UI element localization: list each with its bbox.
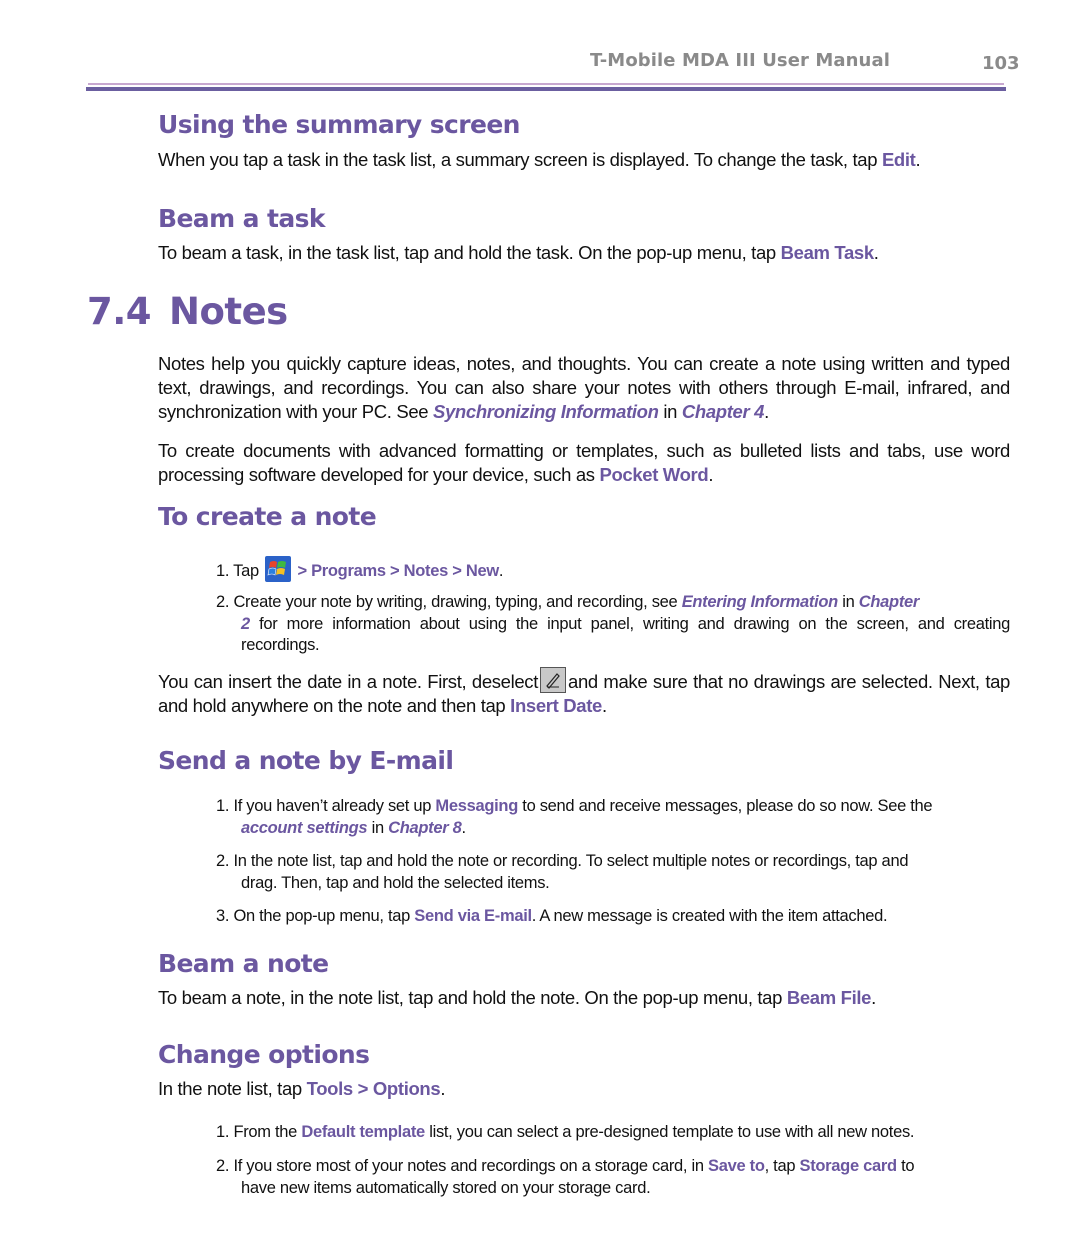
summary-text: When you tap a task in the task list, a …: [158, 149, 882, 170]
period: .: [871, 987, 876, 1008]
email-step-3: 3. On the pop-up menu, tap Send via E-ma…: [216, 906, 1010, 928]
summary-paragraph: When you tap a task in the task list, a …: [158, 148, 1010, 172]
chapter-2-number-link[interactable]: 2: [241, 615, 250, 633]
save-to-link[interactable]: Save to: [708, 1157, 765, 1175]
header-rule-thin: [88, 83, 1004, 85]
email-step-1: 1. If you haven’t already set up Messagi…: [216, 796, 1010, 839]
change-options-intro: In the note list, tap Tools > Options.: [158, 1077, 1010, 1101]
chapter-2-link[interactable]: Chapter: [859, 593, 920, 611]
period: .: [498, 562, 504, 580]
notes-intro-paragraph-2: To create documents with advanced format…: [158, 439, 1010, 487]
step-mid: to send and receive messages, please do …: [518, 797, 933, 815]
step-text: 2. Create your note by writing, drawing,…: [216, 593, 682, 611]
step-rest: . A new message is created with the item…: [531, 907, 888, 925]
step-text: 2. In the note list, tap and hold the no…: [216, 852, 909, 870]
default-template-link[interactable]: Default template: [301, 1123, 425, 1141]
options-menu-link[interactable]: Options: [373, 1078, 441, 1099]
step-continuation: have new items automatically stored on y…: [241, 1178, 651, 1197]
step-text: 2. If you store most of your notes and r…: [216, 1157, 709, 1175]
insert-date-link[interactable]: Insert Date: [510, 695, 602, 716]
options-step-2: 2. If you store most of your notes and r…: [216, 1156, 1010, 1199]
chapter-8-link[interactable]: Chapter 8: [388, 819, 462, 837]
beam-note-text: To beam a note, in the note list, tap an…: [158, 987, 787, 1008]
period: .: [461, 818, 467, 837]
step-in: in: [837, 593, 859, 611]
step-text: 1. Tap: [216, 562, 259, 580]
pocket-word-link[interactable]: Pocket Word: [599, 464, 708, 485]
create-step-1: 1. Tap > Programs > Notes > New.: [216, 556, 1010, 583]
beam-file-link[interactable]: Beam File: [787, 987, 872, 1008]
intro-text-2: To create documents with advanced format…: [158, 440, 1010, 485]
step-rest: list, you can select a pre-designed temp…: [424, 1123, 915, 1141]
pen-icon[interactable]: [540, 667, 566, 693]
menu-separator: >: [352, 1078, 373, 1099]
step-text: 1. From the: [216, 1123, 302, 1141]
heading-send-note-by-email: Send a note by E-mail: [158, 746, 454, 775]
insert-date-text: You can insert the date in a note. First…: [158, 671, 538, 692]
intro-in: in: [658, 401, 682, 422]
beam-note-paragraph: To beam a note, in the note list, tap an…: [158, 986, 1010, 1010]
period: .: [601, 695, 607, 716]
heading-change-options: Change options: [158, 1040, 370, 1069]
edit-link[interactable]: Edit: [882, 149, 916, 170]
options-step-1: 1. From the Default template list, you c…: [216, 1122, 1010, 1144]
storage-card-link[interactable]: Storage card: [800, 1157, 898, 1175]
chapter-4-link[interactable]: Chapter 4: [682, 401, 765, 422]
heading-to-create-a-note: To create a note: [158, 502, 377, 531]
beam-task-text: To beam a task, in the task list, tap an…: [158, 242, 781, 263]
manual-title: T-Mobile MDA III User Manual: [590, 50, 890, 71]
heading-beam-a-note: Beam a note: [158, 949, 329, 978]
messaging-link[interactable]: Messaging: [435, 797, 518, 815]
windows-start-icon[interactable]: [265, 556, 292, 582]
section-number: 7.4: [87, 290, 152, 333]
period: .: [915, 149, 921, 170]
insert-date-paragraph: You can insert the date in a note. First…: [158, 667, 1010, 718]
step-text: 3. On the pop-up menu, tap: [216, 907, 415, 925]
step-continuation: account settings in Chapter 8.: [216, 818, 1010, 840]
step-in: in: [367, 818, 389, 837]
step-mid: , tap: [764, 1157, 800, 1175]
email-step-2: 2. In the note list, tap and hold the no…: [216, 851, 1010, 894]
period: .: [440, 1078, 446, 1099]
section-name: Notes: [169, 290, 288, 333]
tools-menu-link[interactable]: Tools: [307, 1078, 354, 1099]
beam-task-link[interactable]: Beam Task: [781, 242, 875, 263]
period: .: [708, 464, 714, 485]
send-via-email-link[interactable]: Send via E-mail: [414, 907, 532, 925]
heading-beam-a-task: Beam a task: [158, 204, 326, 233]
period: .: [873, 242, 879, 263]
section-title: 7.4 Notes: [87, 290, 288, 333]
step-text: 1. If you haven’t already set up: [216, 797, 436, 815]
intro-text: In the note list, tap: [158, 1078, 307, 1099]
create-step-2: 2. Create your note by writing, drawing,…: [216, 592, 1010, 657]
beam-task-paragraph: To beam a task, in the task list, tap an…: [158, 241, 1010, 265]
notes-intro-paragraph-1: Notes help you quickly capture ideas, no…: [158, 352, 1010, 424]
period: .: [764, 401, 769, 422]
programs-notes-new-path[interactable]: > Programs > Notes > New: [297, 562, 499, 580]
page-number: 103: [982, 53, 1020, 74]
heading-using-summary-screen: Using the summary screen: [158, 110, 520, 139]
entering-information-link[interactable]: Entering Information: [682, 593, 839, 611]
step-continuation: 2 for more information about using the i…: [216, 614, 1010, 657]
step-rest: for more information about using the inp…: [241, 614, 1010, 655]
step-continuation: drag. Then, tap and hold the selected it…: [241, 873, 550, 892]
step-rest: to: [896, 1157, 915, 1175]
account-settings-link[interactable]: account settings: [241, 819, 368, 837]
header-rule-thick: [86, 87, 1006, 91]
synchronizing-information-link[interactable]: Synchronizing Information: [433, 401, 659, 422]
